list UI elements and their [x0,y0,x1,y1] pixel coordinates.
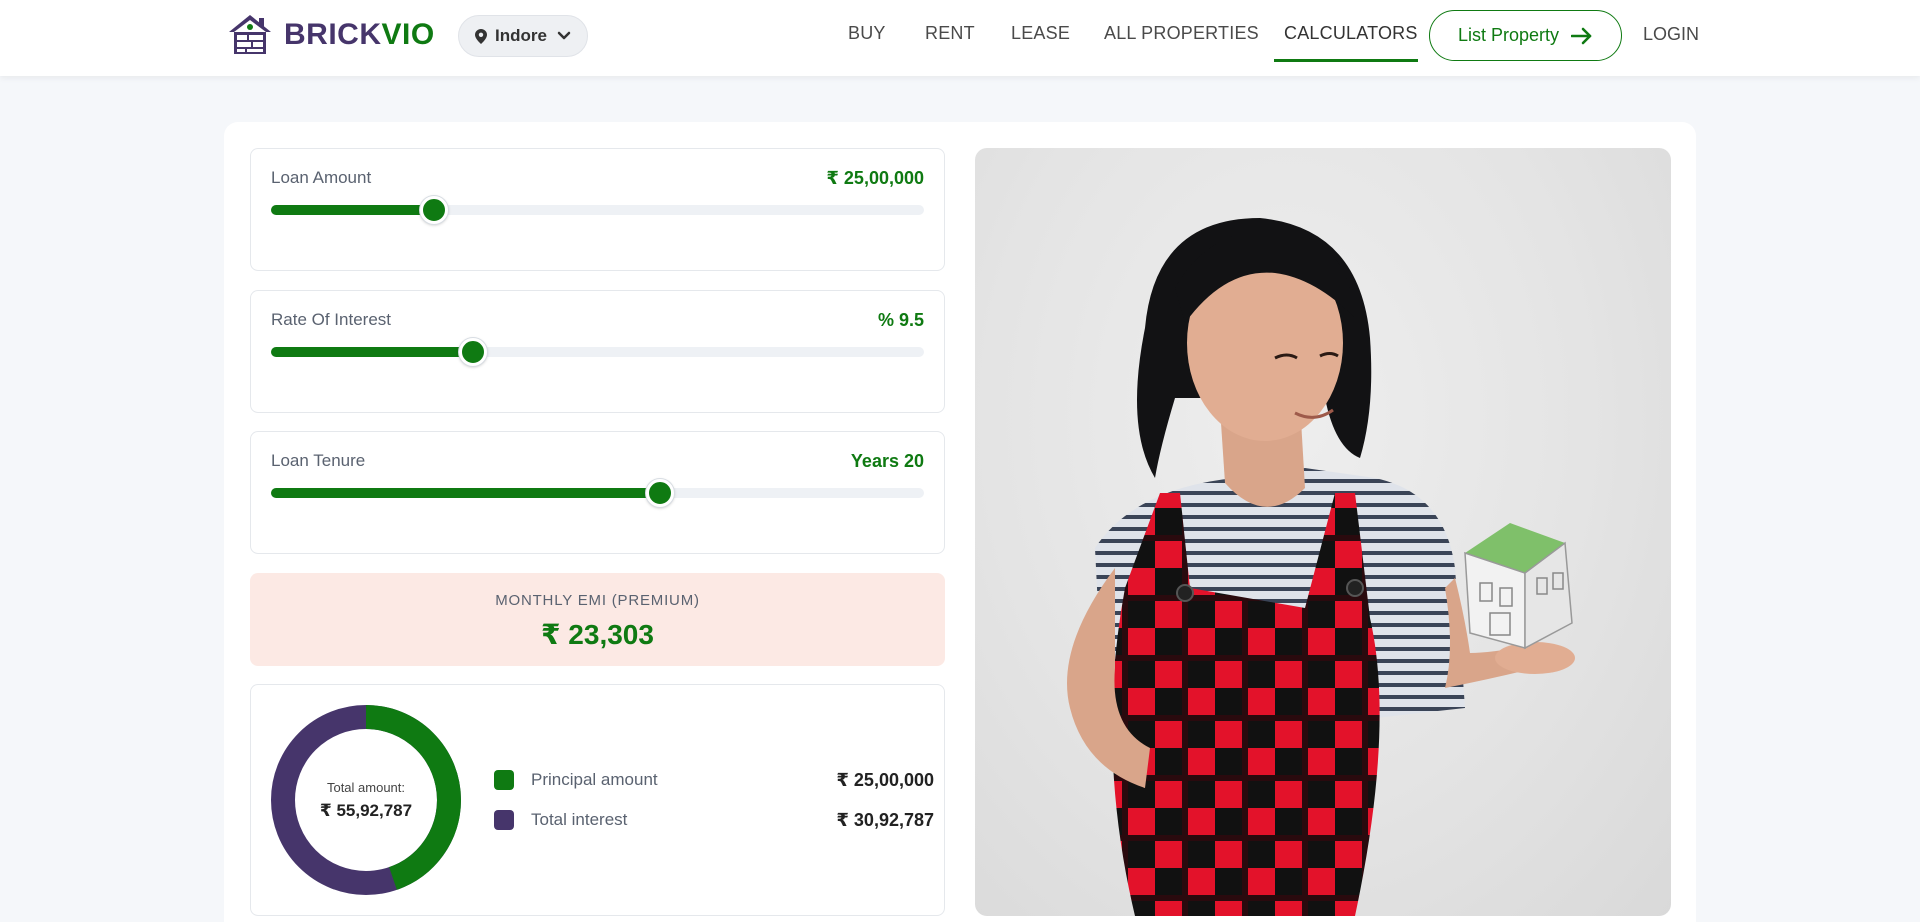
loan-tenure-fill [271,488,660,498]
chevron-down-icon [557,31,571,40]
loan-tenure-slider-box: Loan Tenure Years 20 [250,431,945,554]
active-nav-underline [1274,59,1418,62]
principal-label: Principal amount [531,770,658,789]
interest-swatch [494,810,514,830]
loan-tenure-label: Loan Tenure [271,451,366,470]
loan-tenure-thumb[interactable] [645,479,674,507]
brand-name: BRICKVIO [284,18,435,51]
monthly-emi-box: MONTHLY EMI (PREMIUM) ₹ 23,303 [250,573,945,666]
principal-value: ₹ 25,00,000 [836,770,934,790]
interest-rate-value: % 9.5 [877,310,924,330]
interest-rate-track[interactable] [271,338,924,366]
monthly-emi-label: MONTHLY EMI (PREMIUM) [495,592,700,609]
city-name: Indore [495,26,547,45]
payment-breakdown-box: Total amount: ₹ 55,92,787 Principal amou… [250,684,945,916]
principal-swatch [494,770,514,790]
legend-principal: Principal amount ₹ 25,00,000 [494,768,934,792]
login-link[interactable]: LOGIN [1643,24,1699,45]
city-selector[interactable]: Indore [458,15,588,57]
nav-all-properties[interactable]: ALL PROPERTIES [1104,23,1259,44]
nav-buy[interactable]: BUY [848,23,886,44]
hero-illustration [1067,218,1575,916]
loan-tenure-track[interactable] [271,479,924,507]
interest-value: ₹ 30,92,787 [836,810,934,830]
list-property-button[interactable]: List Property [1429,10,1622,61]
site-header: BRICKVIO Indore BUY RENT LEASE ALL PROPE… [0,0,1920,76]
loan-amount-thumb[interactable] [420,196,449,224]
loan-amount-track[interactable] [271,196,924,224]
interest-label: Total interest [531,810,628,829]
nav-rent[interactable]: RENT [925,23,975,44]
brand-logo[interactable]: BRICKVIO [226,12,435,58]
loan-amount-label: Loan Amount [271,168,372,187]
interest-rate-fill [271,347,474,357]
total-amount-label: Total amount: [326,780,406,795]
legend-interest: Total interest ₹ 30,92,787 [494,808,934,832]
monthly-emi-value: ₹ 23,303 [541,619,654,650]
loan-amount-fill [271,205,435,215]
loan-amount-slider-box: Loan Amount ₹ 25,00,000 [250,148,945,271]
interest-rate-label: Rate Of Interest [271,310,391,329]
arrow-right-icon [1571,27,1592,44]
interest-rate-thumb[interactable] [459,338,488,366]
map-pin-icon [475,28,487,44]
total-amount-value: ₹ 55,92,787 [319,801,413,820]
loan-tenure-value: Years 20 [850,451,924,471]
list-property-label: List Property [1457,25,1560,45]
interest-rate-slider-box: Rate Of Interest % 9.5 [250,290,945,413]
nav-calculators[interactable]: CALCULATORS [1284,23,1418,44]
payment-donut-chart [271,705,461,895]
house-logo-icon [229,15,271,54]
loan-amount-value: ₹ 25,00,000 [826,168,924,188]
nav-lease[interactable]: LEASE [1011,23,1070,44]
hero-image-girl-with-house [975,148,1671,916]
miniature-house [1464,523,1573,650]
